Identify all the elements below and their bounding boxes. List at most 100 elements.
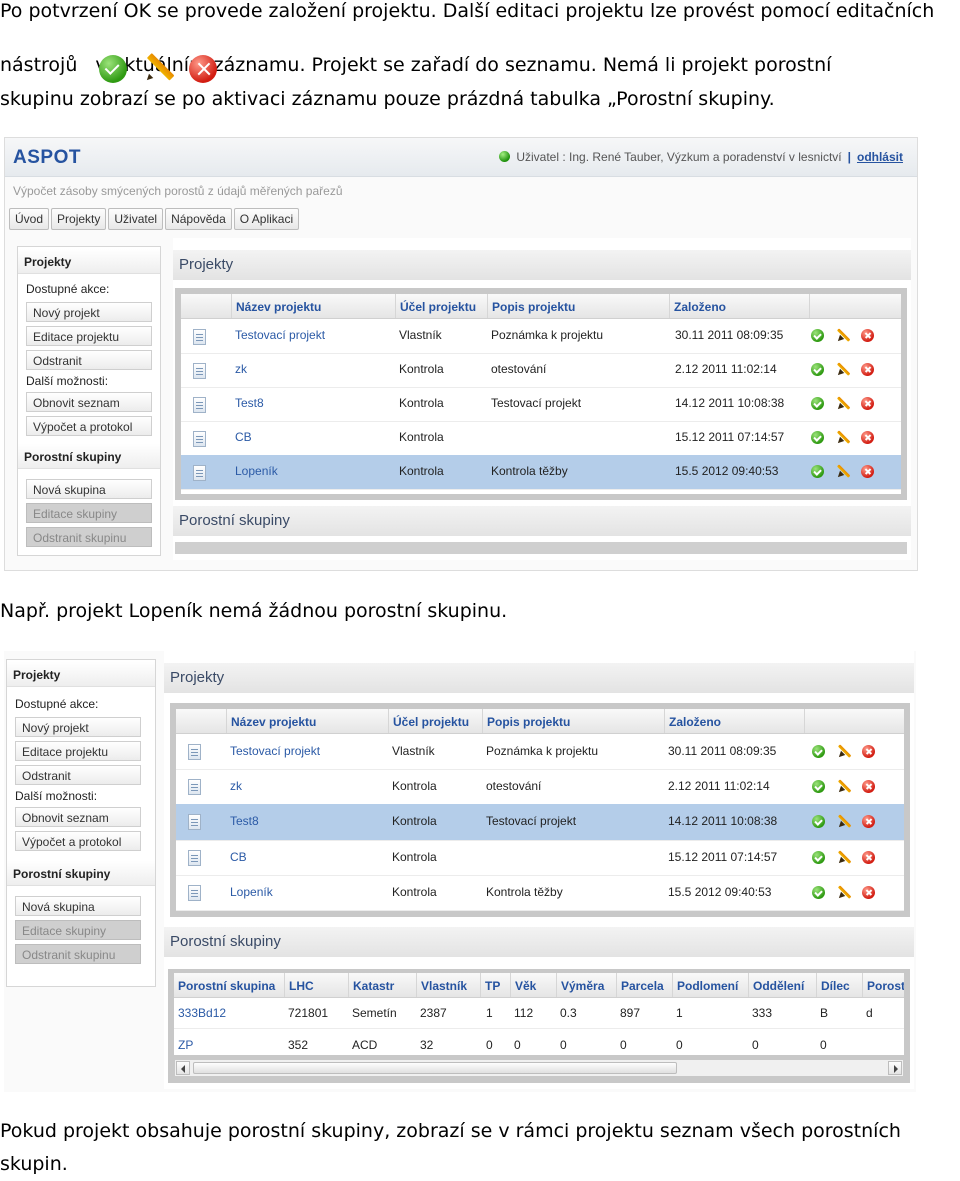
table-row[interactable]: CB Kontrola 15.12 2011 07:14:57 [176, 840, 904, 876]
new-group-button[interactable]: Nová skupina [15, 896, 141, 916]
pencil-icon[interactable] [835, 362, 850, 377]
cell-katastr: Semetín [352, 1006, 397, 1020]
menu-projekty[interactable]: Projekty [51, 208, 107, 230]
new-project-button[interactable]: Nový projekt [15, 717, 141, 737]
scroll-left-arrow-icon[interactable] [176, 1061, 190, 1075]
col-oddeleni[interactable]: Oddělení [748, 973, 816, 997]
col-parcela[interactable]: Parcela [616, 973, 672, 997]
confirm-icon[interactable] [811, 329, 824, 342]
table-row[interactable]: zk Kontrola otestování 2.12 2011 11:02:1… [176, 769, 904, 805]
delete-icon[interactable] [862, 815, 875, 828]
delete-icon[interactable] [862, 851, 875, 864]
online-status-icon [499, 151, 511, 162]
edit-group-button[interactable]: Editace skupiny [26, 503, 152, 523]
table-row[interactable]: Testovací projekt Vlastník Poznámka k pr… [181, 319, 901, 354]
delete-icon[interactable] [861, 397, 874, 410]
confirm-icon[interactable] [811, 431, 824, 444]
delete-icon[interactable] [862, 886, 875, 899]
delete-icon[interactable] [862, 745, 875, 758]
scroll-right-arrow-icon[interactable] [888, 1061, 902, 1075]
delete-icon[interactable] [861, 465, 874, 478]
pencil-icon[interactable] [835, 328, 850, 343]
pencil-icon[interactable] [835, 464, 850, 479]
col-zalozeno[interactable]: Založeno [664, 709, 804, 733]
new-group-button[interactable]: Nová skupina [26, 479, 152, 499]
calc-protocol-button[interactable]: Výpočet a protokol [15, 831, 141, 851]
confirm-icon[interactable] [812, 851, 825, 864]
confirm-icon[interactable] [811, 363, 824, 376]
remove-group-button[interactable]: Odstranit skupinu [15, 944, 141, 964]
table-row[interactable]: Test8 Kontrola Testovací projekt 14.12 2… [181, 387, 901, 422]
col-porost[interactable]: Porost [862, 973, 904, 997]
col-lhc[interactable]: LHC [284, 973, 348, 997]
cell-name: CB [235, 430, 252, 444]
table-row-selected[interactable]: Lopeník Kontrola Kontrola těžby 15.5 201… [181, 455, 901, 490]
col-podlomeni[interactable]: Podlomení [672, 973, 748, 997]
remove-group-button[interactable]: Odstranit skupinu [26, 527, 152, 547]
menu-o-aplikaci[interactable]: O Aplikaci [233, 208, 300, 230]
pencil-icon[interactable] [836, 744, 851, 759]
col-actions [804, 709, 904, 733]
groups-panel-title: Porostní skupiny [173, 506, 911, 536]
cell-oddeleni: 333 [752, 1006, 773, 1020]
pencil-icon[interactable] [835, 430, 850, 445]
col-ucel[interactable]: Účel projektu [395, 294, 487, 318]
confirm-icon[interactable] [811, 465, 824, 478]
confirm-icon[interactable] [812, 815, 825, 828]
col-popis[interactable]: Popis projektu [487, 294, 669, 318]
delete-icon[interactable] [861, 363, 874, 376]
groups-grid-frame: Porostní skupina LHC Katastr Vlastník TP… [168, 969, 910, 1083]
menu-napoveda[interactable]: Nápověda [165, 208, 232, 230]
table-row-selected[interactable]: Test8 Kontrola Testovací projekt 14.12 2… [176, 804, 904, 841]
refresh-list-button[interactable]: Obnovit seznam [26, 392, 152, 412]
col-popis[interactable]: Popis projektu [482, 709, 664, 733]
pencil-icon[interactable] [836, 779, 851, 794]
col-nazev[interactable]: Název projektu [231, 294, 395, 318]
table-row[interactable]: 333Bd12 721801 Semetín 2387 1 112 0.3 89… [174, 998, 904, 1029]
edit-project-button[interactable]: Editace projektu [26, 326, 152, 346]
pencil-icon[interactable] [836, 850, 851, 865]
new-project-button[interactable]: Nový projekt [26, 302, 152, 322]
table-row[interactable]: CB Kontrola 15.12 2011 07:14:57 [181, 421, 901, 456]
calc-protocol-button[interactable]: Výpočet a protokol [26, 416, 152, 436]
cell-name: Testovací projekt [230, 744, 321, 758]
scroll-thumb[interactable] [193, 1062, 677, 1074]
horizontal-scrollbar[interactable] [174, 1059, 904, 1077]
menu-uvod[interactable]: Úvod [9, 208, 50, 230]
table-row[interactable]: zk Kontrola otestování 2.12 2011 11:02:1… [181, 353, 901, 388]
delete-icon[interactable] [861, 431, 874, 444]
middle-text: Např. projekt Lopeník nemá žádnou porost… [0, 600, 508, 622]
col-vek[interactable]: Věk [510, 973, 556, 997]
remove-project-button[interactable]: Odstranit [15, 765, 141, 785]
col-ucel[interactable]: Účel projektu [388, 709, 482, 733]
confirm-icon[interactable] [812, 780, 825, 793]
cell-porost: d [866, 1006, 873, 1020]
pencil-icon[interactable] [836, 885, 851, 900]
col-zalozeno[interactable]: Založeno [669, 294, 809, 318]
logout-link[interactable]: odhlásit [857, 150, 903, 164]
cell-vlastnik: 2387 [420, 1006, 447, 1020]
menu-uzivatel[interactable]: Uživatel [108, 208, 164, 230]
remove-project-button[interactable]: Odstranit [26, 350, 152, 370]
confirm-icon[interactable] [812, 886, 825, 899]
pencil-icon[interactable] [835, 396, 850, 411]
col-katastr[interactable]: Katastr [348, 973, 416, 997]
refresh-list-button[interactable]: Obnovit seznam [15, 807, 141, 827]
confirm-icon[interactable] [812, 745, 825, 758]
table-row[interactable]: Lopeník Kontrola Kontrola těžby 15.5 201… [176, 875, 904, 911]
col-tp[interactable]: TP [480, 973, 510, 997]
table-row[interactable]: Testovací projekt Vlastník Poznámka k pr… [176, 734, 904, 770]
confirm-icon[interactable] [811, 397, 824, 410]
edit-group-button[interactable]: Editace skupiny [15, 920, 141, 940]
edit-project-button[interactable]: Editace projektu [15, 741, 141, 761]
col-vymera[interactable]: Výměra [556, 973, 616, 997]
col-dilec[interactable]: Dílec [816, 973, 862, 997]
delete-icon[interactable] [862, 780, 875, 793]
col-nazev[interactable]: Název projektu [226, 709, 388, 733]
col-vlastnik[interactable]: Vlastník [416, 973, 480, 997]
delete-icon[interactable] [861, 329, 874, 342]
col-porostni-skupina[interactable]: Porostní skupina [174, 973, 284, 997]
cell-purpose: Kontrola [392, 850, 437, 864]
pencil-icon[interactable] [836, 814, 851, 829]
table-row[interactable]: ZP 352 ACD 32 0 0 0 0 0 0 0 [174, 1028, 904, 1055]
